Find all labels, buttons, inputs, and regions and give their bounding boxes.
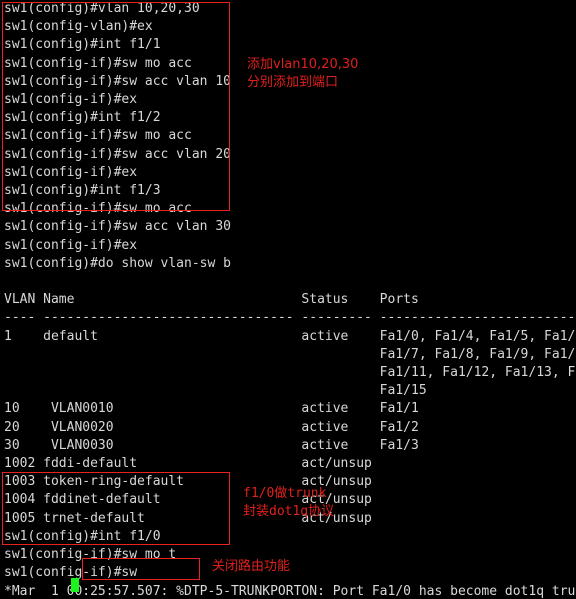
annotation-trunk: f1/0做trunk [243, 486, 327, 501]
terminal-cursor [71, 578, 79, 592]
terminal-window[interactable]: sw1(config)#vlan 10,20,30 sw1(config-vla… [0, 0, 576, 599]
annotation-encapsulation: 封装dot1q协议 [243, 504, 335, 519]
annotation-no-ip-routing: 关闭路由功能 [212, 559, 291, 574]
annotation-vlan: 添加vlan10,20,30 分别添加到端口 [247, 56, 358, 92]
annotation-vlan-line2: 分别添加到端口 [247, 75, 339, 90]
annotation-vlan-line1: 添加vlan10,20,30 [247, 57, 359, 72]
